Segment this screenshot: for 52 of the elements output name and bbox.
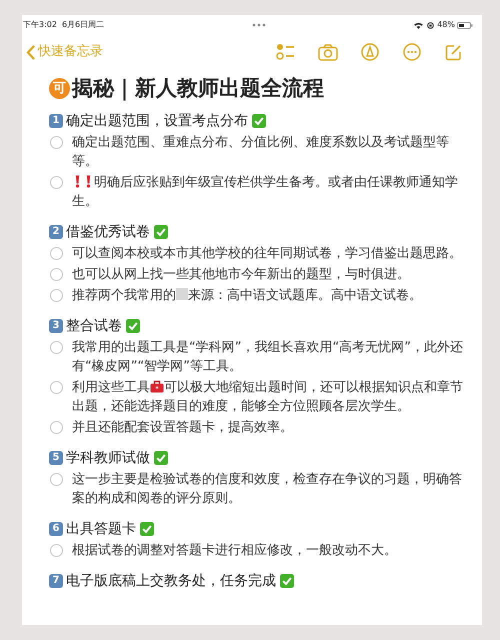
checklist-checkbox[interactable]	[50, 472, 63, 486]
checklist-item-text: 并且还能配套设置答题卡，提高效率。	[72, 418, 294, 436]
exclamation-icon	[75, 174, 80, 188]
checklist-item-text: 可以查阅本校或本市其他学校的往年同期试卷，学习借鉴出题思路。	[72, 244, 463, 262]
camera-icon[interactable]	[318, 44, 338, 60]
back-button[interactable]: 快速备忘录	[26, 42, 103, 62]
battery-percent: 48%	[437, 19, 455, 31]
status-date: 6月6日周二	[62, 19, 104, 31]
section-heading: 出具答题卡	[66, 520, 136, 538]
checklist-item-text: 推荐两个我常用的 来源：高中语文试题库。高中语文试卷。	[72, 286, 423, 304]
checklist-checkbox[interactable]	[50, 176, 63, 188]
checklist-item-text: 确定出题范围、重难点分布、分值比例、难度系数以及考试题型等等。	[72, 134, 450, 170]
number-badge: 7	[49, 574, 63, 588]
number-badge: 1	[49, 114, 63, 128]
checklist-item-text: 根据试卷的调整对答题卡进行相应修改，一般改动不大。	[72, 542, 398, 560]
wifi-icon	[414, 22, 424, 28]
number-badge: 6	[49, 522, 63, 536]
checklist-icon[interactable]	[276, 43, 296, 61]
checklist-checkbox[interactable]	[50, 420, 63, 434]
exclamation-icon	[86, 174, 91, 188]
note-title: 揭秘｜新人教师出题全流程	[72, 75, 324, 103]
number-badge: 3	[49, 318, 63, 332]
number-badge: 2	[49, 224, 63, 238]
checklist-item-text: 这一步主要是检验试卷的信度和效度，检查存在争议的习题，明确答案的构成和阅卷的评分原则。	[72, 470, 463, 508]
checklist-checkbox[interactable]	[50, 268, 63, 280]
chevron-left-icon	[26, 44, 35, 60]
section-heading: 整合试卷	[66, 316, 122, 336]
checklist-checkbox[interactable]	[50, 246, 63, 260]
checklist-item-text: 也可以从网上找一些其他地市今年新出的题型，与时俱进。	[72, 266, 411, 284]
title-badge: 可	[49, 78, 70, 100]
checklist-checkbox[interactable]	[50, 288, 63, 302]
pen-markup-icon[interactable]	[361, 43, 379, 61]
checklist-checkbox[interactable]	[50, 340, 63, 354]
number-badge: 5	[49, 450, 63, 464]
lock-rotation-icon	[427, 22, 434, 28]
checklist-checkbox[interactable]	[50, 136, 63, 148]
toolbox-icon	[150, 380, 164, 392]
section-heading: 借鉴优秀试卷	[66, 222, 150, 242]
section-heading: 确定出题范围，设置考点分布	[66, 112, 248, 130]
multitasking-dots-icon[interactable]	[252, 23, 266, 27]
more-icon[interactable]	[403, 43, 421, 61]
status-time: 下午3:02	[23, 19, 57, 31]
checklist-item-text: 利用这些工具 可以极大地缩短出题时间，还可以根据知识点和章节出题，还能选择题目的难度，能够全方位照顾各层次学生。	[72, 378, 464, 416]
checklist-item-text: 我常用的出题工具是“学科网”，我组长喜欢用“高考无忧网”，此外还有“橡皮网”“智学网”等工具。	[72, 338, 464, 376]
battery-icon	[457, 22, 473, 28]
section-heading: 电子版底稿上交教务处，任务完成	[66, 572, 276, 590]
placeholder-block-icon	[176, 288, 188, 300]
checklist-item-text: 明确后应张贴到年级宣传栏供学生备考。或者由任课教师通知学生。	[72, 174, 459, 210]
section-heading: 学科教师试做	[66, 448, 150, 468]
compose-icon[interactable]	[445, 44, 462, 60]
checklist-checkbox[interactable]	[50, 380, 63, 394]
checklist-checkbox[interactable]	[50, 544, 63, 556]
